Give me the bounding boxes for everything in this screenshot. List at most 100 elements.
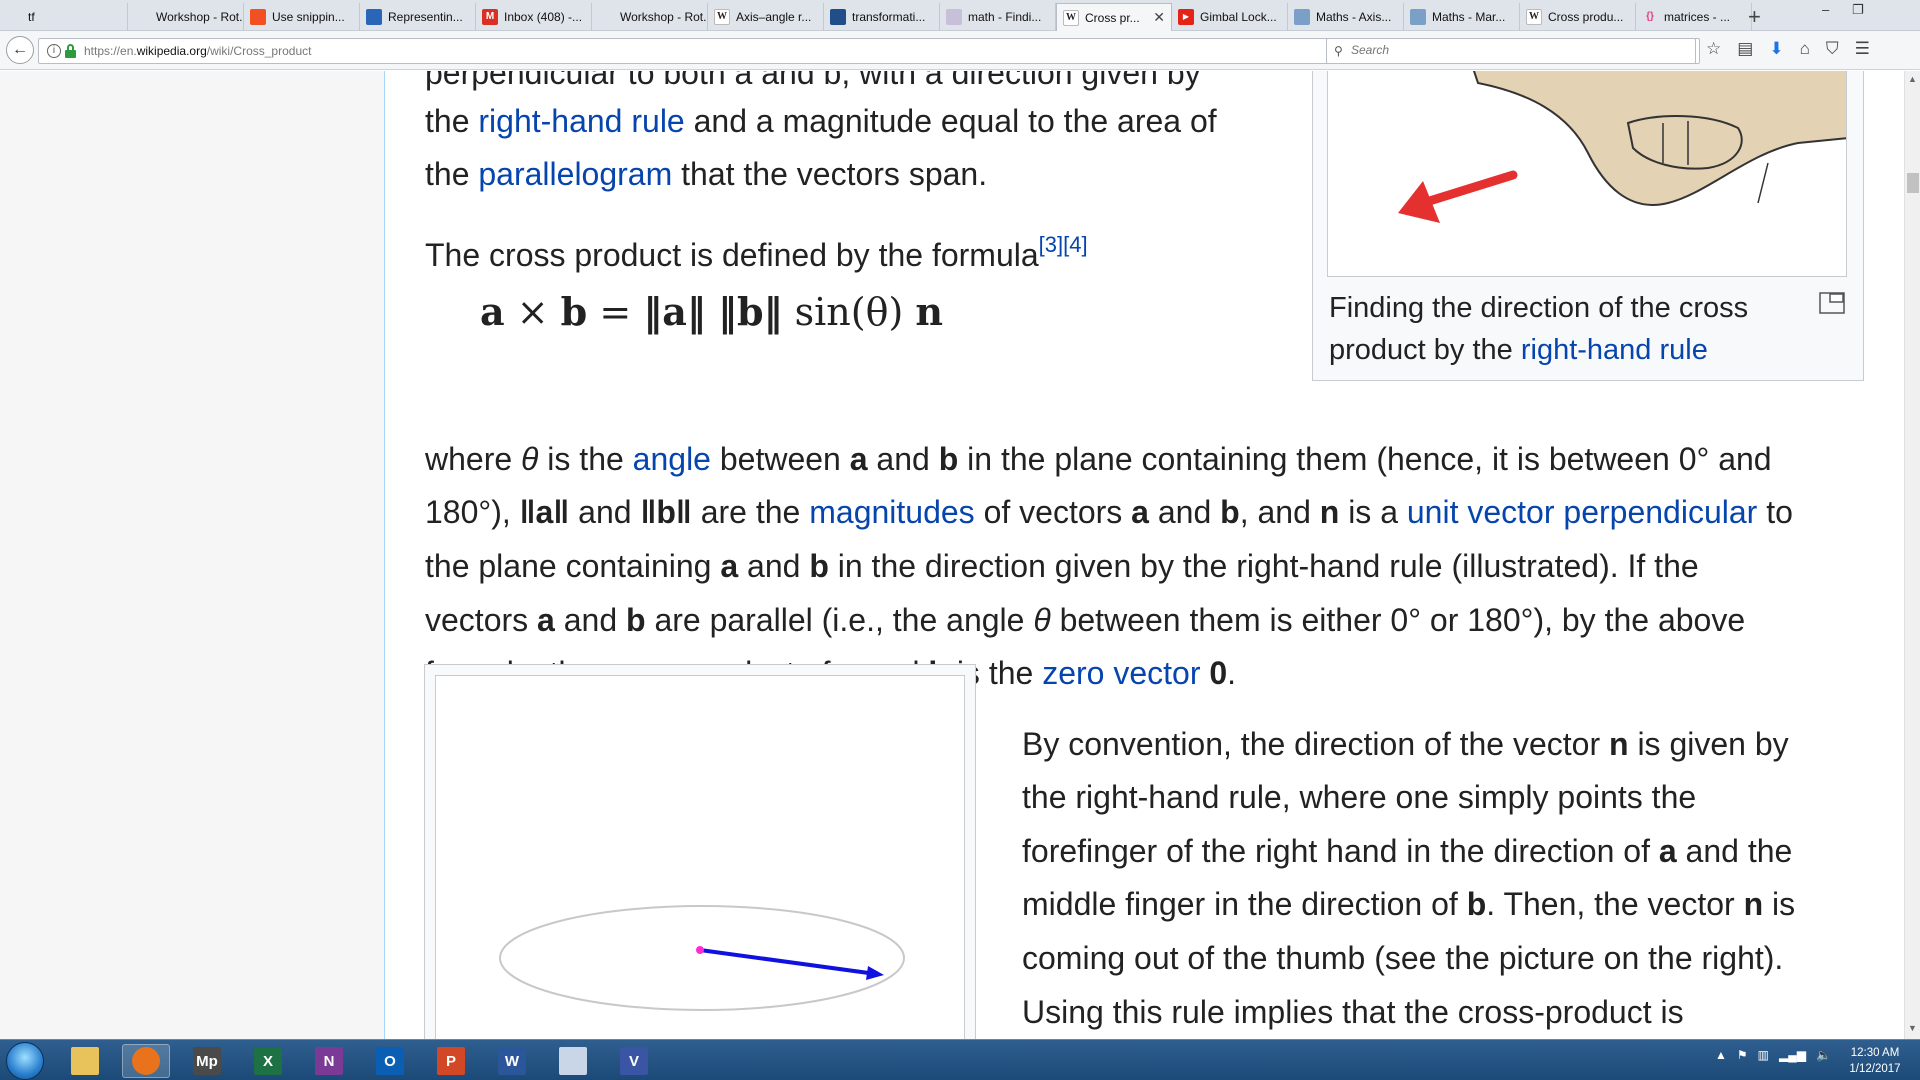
search-icon: ⚲: [1334, 44, 1343, 58]
site-info-icon[interactable]: i: [47, 44, 61, 58]
menu-icon[interactable]: ☰: [1855, 39, 1870, 59]
link-magnitudes[interactable]: magnitudes: [809, 494, 974, 530]
scrollbar-thumb[interactable]: [1907, 173, 1919, 193]
bookmark-star-icon[interactable]: ☆: [1706, 39, 1721, 59]
taskbar-app-0[interactable]: [61, 1044, 109, 1078]
caption-link-right-hand-rule[interactable]: right-hand rule: [1521, 334, 1708, 366]
library-icon[interactable]: ▤: [1737, 39, 1753, 59]
left-sidebar: [0, 71, 385, 1039]
tab-strip: tf Workshop - Rot... Use snippin... Represe…: [0, 0, 1920, 31]
pocket-icon[interactable]: ⛉: [1826, 39, 1839, 59]
tab-label: Axis–angle r...: [736, 9, 812, 24]
cross-product-animation-image[interactable]: [435, 675, 965, 1039]
convention-line-2: the right-hand rule, where one simply po…: [1022, 779, 1697, 815]
link-perpendicular[interactable]: perpendicular: [1563, 494, 1757, 530]
link-unit-vector[interactable]: unit vector: [1407, 494, 1555, 530]
browser-tab[interactable]: Maths - Mar...: [1404, 3, 1520, 30]
mathse-icon: [830, 8, 846, 25]
rotation-ellipse: [499, 905, 905, 1011]
visio-icon: V: [620, 1047, 648, 1075]
taskbar-app-6[interactable]: P: [427, 1044, 475, 1078]
home-icon[interactable]: ⌂: [1800, 39, 1810, 59]
tab-label: Maths - Axis...: [1316, 9, 1392, 24]
taskbar-app-label: Mp: [196, 1052, 218, 1070]
braces-icon: {}: [1646, 11, 1654, 22]
snipping-tool-icon: [559, 1047, 587, 1075]
minimize-button[interactable]: –: [1822, 2, 1829, 17]
windows-taskbar: Mp X N O P W V ▲ ⚑ ▥ ▂▄▆ 🔈 12:30 AM 1/12/2017: [0, 1039, 1920, 1080]
reference-links[interactable]: [3][4]: [1039, 232, 1088, 257]
tab-label: tf: [28, 9, 35, 24]
network-icon[interactable]: ▥: [1758, 1048, 1769, 1062]
browser-tab[interactable]: Workshop - Rot...: [592, 3, 708, 30]
action-center-icon[interactable]: ⚑: [1737, 1048, 1748, 1062]
tab-label: math - Findi...: [968, 9, 1042, 24]
url-path: /wiki/Cross_product: [206, 44, 312, 58]
vector-origin-point: [696, 946, 704, 954]
taskbar-app-7[interactable]: W: [488, 1044, 536, 1078]
taskbar-app-2[interactable]: Mp: [183, 1044, 231, 1078]
taskbar-app-9[interactable]: V: [610, 1044, 658, 1078]
vector-a-shaft: [699, 948, 877, 976]
signal-icon[interactable]: ▂▄▆: [1779, 1048, 1806, 1062]
start-button[interactable]: [6, 1042, 44, 1080]
tab-label: Cross pr...: [1085, 10, 1140, 25]
taskbar-app-3[interactable]: X: [244, 1044, 292, 1078]
convention-line-3: forefinger of the right hand in the dire…: [1022, 833, 1793, 869]
microsoft-icon: [250, 8, 266, 25]
mathematica-player-icon: Mp: [193, 1047, 221, 1075]
url-text[interactable]: https://en.wikipedia.org/wiki/Cross_prod…: [84, 44, 311, 58]
taskbar-app-label: X: [262, 1052, 273, 1070]
volume-icon[interactable]: 🔈: [1816, 1048, 1831, 1062]
browser-tab[interactable]: Representin...: [360, 3, 476, 30]
file-explorer-icon: [71, 1047, 99, 1075]
browser-tab[interactable]: tf: [0, 3, 128, 30]
convention-line-5: coming out of the thumb (see the picture…: [1022, 940, 1784, 976]
browser-tab[interactable]: math - Findi...: [940, 3, 1056, 30]
taskbar-app-4[interactable]: N: [305, 1044, 353, 1078]
taskbar-app-5[interactable]: O: [366, 1044, 414, 1078]
taskbar-app-label: P: [445, 1052, 456, 1070]
cross-product-animation-figure: [424, 664, 976, 1039]
tab-close-icon[interactable]: ✕: [1153, 9, 1165, 26]
scroll-up-icon[interactable]: ▲: [1908, 74, 1917, 84]
taskbar-app-8[interactable]: [549, 1044, 597, 1078]
back-arrow-icon: ←: [12, 41, 28, 58]
word-icon: W: [498, 1047, 526, 1075]
right-hand-rule-image[interactable]: [1327, 71, 1847, 277]
browser-tab[interactable]: Maths - Axis...: [1288, 3, 1404, 30]
downloads-icon[interactable]: ⬇: [1769, 39, 1783, 59]
magnify-icon[interactable]: [1819, 292, 1845, 314]
tray-expand-icon[interactable]: ▲: [1715, 1048, 1727, 1062]
back-button[interactable]: ←: [6, 36, 34, 64]
wikipedia-icon: W: [714, 8, 730, 25]
browser-tab[interactable]: W Axis–angle r...: [708, 3, 824, 30]
restore-button[interactable]: ❐: [1852, 2, 1864, 18]
browser-tab[interactable]: ▶ Gimbal Lock...: [1172, 3, 1288, 30]
link-angle[interactable]: angle: [633, 441, 711, 477]
browser-tab[interactable]: Use snippin...: [244, 3, 360, 30]
search-input[interactable]: [1351, 43, 1681, 57]
new-tab-button[interactable]: +: [1748, 4, 1761, 30]
convention-line-6: Using this rule implies that the cross-p…: [1022, 994, 1684, 1030]
browser-tab[interactable]: W Cross produ...: [1520, 3, 1636, 30]
browser-tab[interactable]: M Inbox (408) -...: [476, 3, 592, 30]
where-line-2: 180°), ‖a‖ and ‖b‖ are the magnitudes of…: [425, 494, 1793, 530]
link-right-hand-rule[interactable]: right-hand rule: [478, 103, 684, 139]
search-box[interactable]: ⚲: [1326, 38, 1696, 64]
article-content: perpendicular to both a and b, with a di…: [385, 71, 1904, 1039]
globe-icon: [1410, 8, 1426, 25]
link-parallelogram[interactable]: parallelogram: [478, 156, 672, 192]
scroll-down-icon[interactable]: ▼: [1908, 1023, 1917, 1033]
link-zero-vector[interactable]: zero vector: [1042, 655, 1200, 691]
browser-tab[interactable]: transformati...: [824, 3, 940, 30]
clock[interactable]: 12:30 AM 1/12/2017: [1834, 1045, 1916, 1077]
youtube-icon: ▶: [1178, 8, 1194, 25]
convention-line-1: By convention, the direction of the vect…: [1022, 726, 1789, 762]
browser-tab[interactable]: Workshop - Rot...: [128, 3, 244, 30]
browser-tab[interactable]: W Cross pr... ✕: [1056, 3, 1172, 31]
browser-tab[interactable]: {} matrices - ...: [1636, 3, 1752, 30]
vertical-scrollbar[interactable]: ▲ ▼: [1904, 71, 1920, 1039]
page-viewport: perpendicular to both a and b, with a di…: [0, 71, 1904, 1039]
taskbar-app-1[interactable]: [122, 1044, 170, 1078]
